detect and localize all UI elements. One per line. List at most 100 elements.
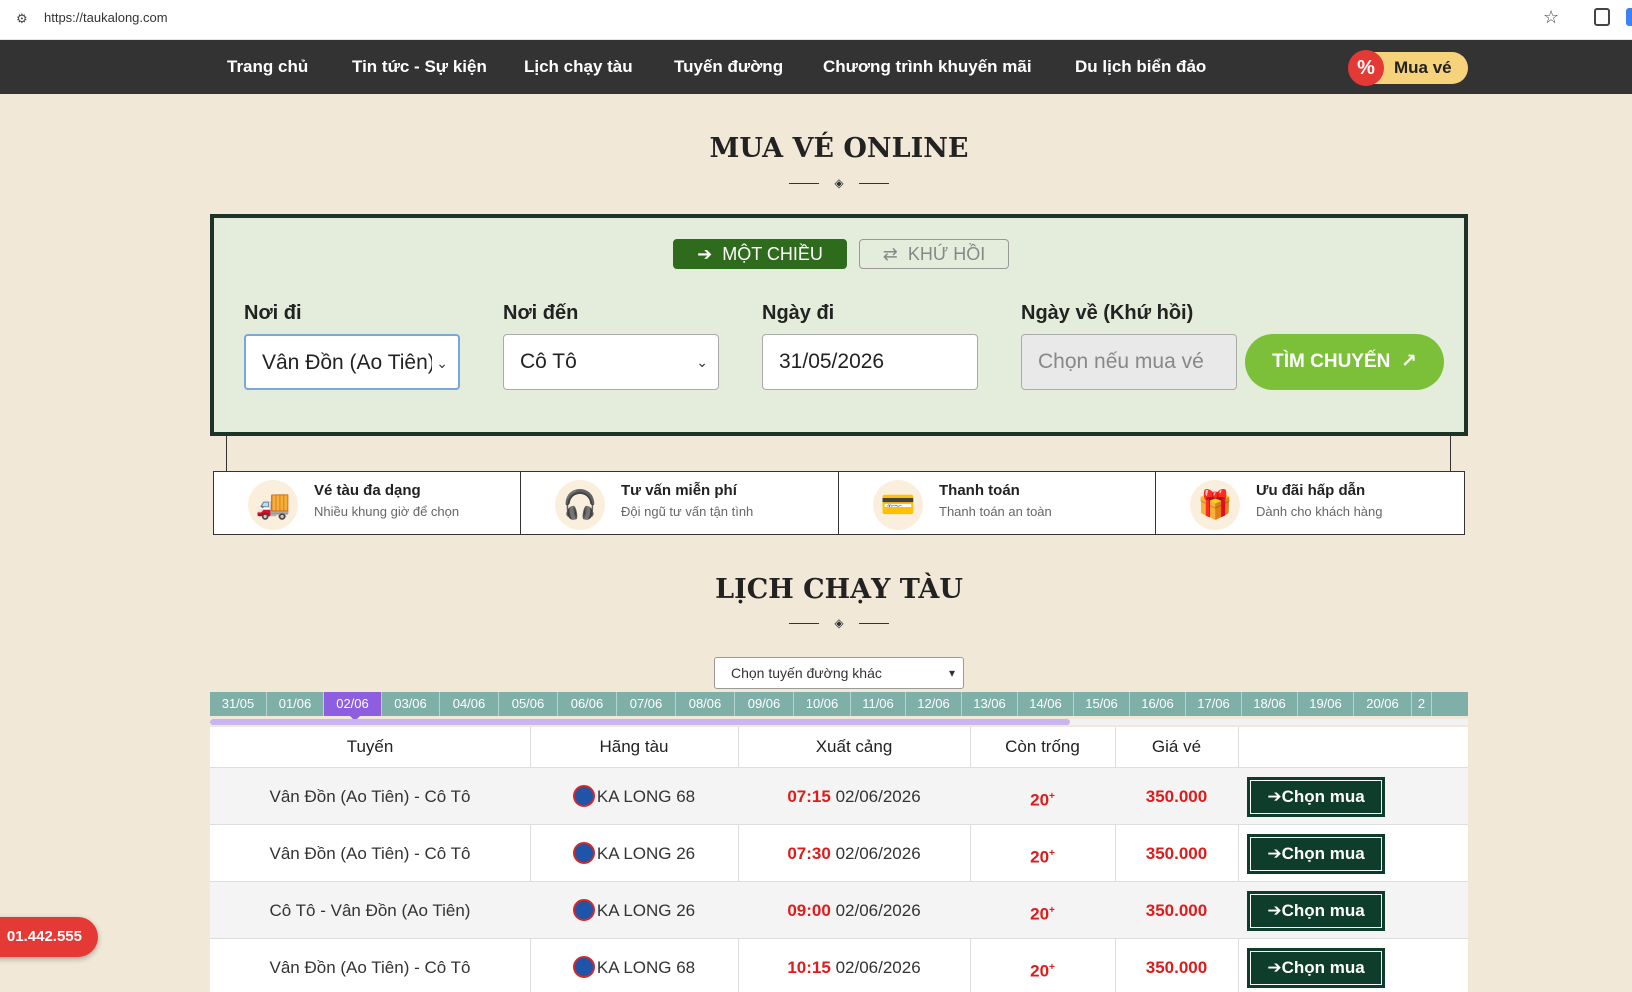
choose-buy-button[interactable]: ➔Chọn mua bbox=[1247, 891, 1385, 931]
round-trip-tab[interactable]: ⇄ KHỨ HỒI bbox=[859, 239, 1009, 269]
feature-item: 💳 Thanh toán Thanh toán an toàn bbox=[839, 472, 1156, 534]
return-placeholder: Chọn nếu mua vé bbox=[1038, 350, 1204, 373]
from-label: Nơi đi bbox=[244, 302, 302, 324]
nav-home[interactable]: Trang chủ bbox=[227, 57, 308, 77]
feature-item: 🎧 Tư vấn miễn phí Đội ngũ tư vấn tận tìn… bbox=[521, 472, 839, 534]
feature-subtitle: Đội ngũ tư vấn tận tình bbox=[621, 504, 754, 519]
feature-item: 🎁 Ưu đãi hấp dẫn Dành cho khách hàng bbox=[1156, 472, 1464, 534]
departure-cell: 07:30 02/06/2026 bbox=[738, 825, 970, 882]
one-way-tab[interactable]: ➔ MỘT CHIỀU bbox=[673, 239, 847, 269]
date-tab[interactable]: 01/06 bbox=[267, 692, 324, 716]
route-select-value: Chọn tuyến đường khác bbox=[731, 665, 882, 681]
choose-buy-label: Chọn mua bbox=[1281, 901, 1365, 920]
date-tab[interactable]: 19/06 bbox=[1298, 692, 1354, 716]
arrow-right-icon: ➔ bbox=[1267, 958, 1282, 977]
plus-icon: + bbox=[1049, 791, 1055, 802]
date-tab[interactable]: 06/06 bbox=[558, 692, 617, 716]
return-date-input[interactable]: Chọn nếu mua vé bbox=[1021, 334, 1237, 390]
date-tab[interactable]: 13/06 bbox=[962, 692, 1018, 716]
date-tab[interactable]: 11/06 bbox=[851, 692, 906, 716]
headset-icon: 🎧 bbox=[555, 480, 605, 530]
plus-icon: + bbox=[1049, 848, 1055, 859]
boat-logo-icon bbox=[572, 955, 595, 978]
chevron-down-icon: ⌄ bbox=[696, 354, 708, 370]
choose-buy-label: Chọn mua bbox=[1281, 787, 1365, 806]
to-value: Cô Tô bbox=[520, 350, 577, 373]
hotline-button[interactable]: 01.442.555 bbox=[0, 917, 98, 957]
arrow-right-icon: ➔ bbox=[697, 244, 723, 264]
feature-item: 🚚 Vé tàu đa dạng Nhiều khung giờ để chọn bbox=[214, 472, 521, 534]
col-header-seats: Còn trống bbox=[1005, 737, 1080, 756]
departure-time: 09:00 bbox=[787, 901, 831, 920]
departure-time: 10:15 bbox=[787, 958, 831, 977]
date-tab[interactable]: 03/06 bbox=[382, 692, 440, 716]
route-select[interactable]: Chọn tuyến đường khác ▾ bbox=[714, 657, 964, 689]
col-header-boat: Hãng tàu bbox=[599, 737, 669, 756]
side-panel-edge bbox=[1626, 8, 1632, 26]
choose-buy-button[interactable]: ➔Chọn mua bbox=[1247, 834, 1385, 874]
arrow-right-icon: ➔ bbox=[1267, 901, 1282, 920]
plus-icon: + bbox=[1049, 962, 1055, 973]
date-tab[interactable]: 10/06 bbox=[794, 692, 851, 716]
route-cell: Vân Đồn (Ao Tiên) - Cô Tô bbox=[269, 958, 471, 977]
date-tab[interactable]: 2 bbox=[1412, 692, 1432, 716]
boat-cell: KA LONG 26 bbox=[530, 882, 738, 939]
date-tab[interactable]: 18/06 bbox=[1242, 692, 1298, 716]
date-tab[interactable]: 14/06 bbox=[1018, 692, 1074, 716]
choose-buy-button[interactable]: ➔Chọn mua bbox=[1247, 948, 1385, 988]
one-way-label: MỘT CHIỀU bbox=[722, 244, 823, 264]
percent-badge-icon: % bbox=[1348, 50, 1384, 86]
nav-promotions[interactable]: Chương trình khuyến mãi bbox=[823, 57, 1032, 77]
nav-schedule[interactable]: Lịch chạy tàu bbox=[524, 57, 633, 77]
col-header-price: Giá vé bbox=[1151, 737, 1202, 756]
extensions-icon[interactable] bbox=[1594, 8, 1610, 26]
nav-news[interactable]: Tin tức - Sự kiện bbox=[352, 57, 487, 77]
truck-icon: 🚚 bbox=[248, 480, 298, 530]
buy-ticket-button[interactable]: % Mua vé bbox=[1348, 50, 1468, 86]
col-header-departure: Xuất cảng bbox=[815, 737, 893, 756]
feature-subtitle: Dành cho khách hàng bbox=[1256, 504, 1383, 519]
feature-subtitle: Nhiều khung giờ để chọn bbox=[314, 504, 460, 519]
bookmark-star-icon[interactable]: ☆ bbox=[1543, 7, 1559, 28]
date-input[interactable]: 31/05/2026 bbox=[762, 334, 978, 390]
date-tab[interactable]: 08/06 bbox=[676, 692, 735, 716]
departure-date: 02/06/2026 bbox=[835, 844, 921, 863]
date-tab[interactable]: 15/06 bbox=[1074, 692, 1130, 716]
site-info-icon[interactable]: ⚙ bbox=[16, 11, 34, 29]
boat-logo-icon bbox=[572, 784, 595, 807]
from-value: Vân Đồn (Ao Tiên) bbox=[262, 351, 435, 374]
boat-name: KA LONG 68 bbox=[596, 958, 696, 977]
chevron-down-icon: ⌄ bbox=[432, 336, 448, 388]
search-trips-button[interactable]: TÌM CHUYẾN ↗ bbox=[1245, 334, 1444, 390]
date-tab[interactable]: 20/06 bbox=[1354, 692, 1412, 716]
date-tab[interactable]: 31/05 bbox=[210, 692, 267, 716]
schedule-table: Tuyến Hãng tàu Xuất cảng Còn trống Giá v… bbox=[210, 727, 1468, 992]
to-select[interactable]: Cô Tô ⌄ bbox=[503, 334, 719, 390]
date-value: 31/05/2026 bbox=[779, 350, 885, 373]
search-label: TÌM CHUYẾN bbox=[1272, 351, 1391, 372]
return-label: Ngày về (Khứ hồi) bbox=[1021, 302, 1194, 324]
boat-name: KA LONG 26 bbox=[596, 901, 696, 920]
date-tab[interactable]: 09/06 bbox=[735, 692, 794, 716]
date-tab[interactable]: 12/06 bbox=[906, 692, 962, 716]
route-cell: Cô Tô - Vân Đồn (Ao Tiên) bbox=[269, 901, 471, 920]
from-select[interactable]: Vân Đồn (Ao Tiên) ⌄ bbox=[244, 334, 460, 390]
address-bar[interactable]: https://taukalong.com bbox=[44, 10, 168, 25]
date-scrollbar[interactable] bbox=[210, 719, 1468, 725]
date-tab[interactable]: 07/06 bbox=[617, 692, 676, 716]
date-tab[interactable]: 04/06 bbox=[440, 692, 499, 716]
scrollbar-thumb[interactable] bbox=[210, 719, 1070, 725]
date-tab[interactable]: 16/06 bbox=[1130, 692, 1186, 716]
boat-logo-icon bbox=[572, 841, 595, 864]
nav-island-travel[interactable]: Du lịch biển đảo bbox=[1075, 57, 1206, 77]
nav-routes[interactable]: Tuyến đường bbox=[674, 57, 783, 77]
boat-cell: KA LONG 68 bbox=[530, 939, 738, 992]
date-tab[interactable]: 02/06 bbox=[324, 692, 382, 716]
price-cell: 350.000 bbox=[1145, 958, 1208, 977]
date-tab[interactable]: 17/06 bbox=[1186, 692, 1242, 716]
browser-bar: ⚙ https://taukalong.com ☆ bbox=[0, 0, 1632, 40]
date-tab[interactable]: 05/06 bbox=[499, 692, 558, 716]
departure-date: 02/06/2026 bbox=[835, 787, 921, 806]
round-trip-label: KHỨ HỒI bbox=[907, 244, 986, 264]
choose-buy-button[interactable]: ➔Chọn mua bbox=[1247, 777, 1385, 817]
